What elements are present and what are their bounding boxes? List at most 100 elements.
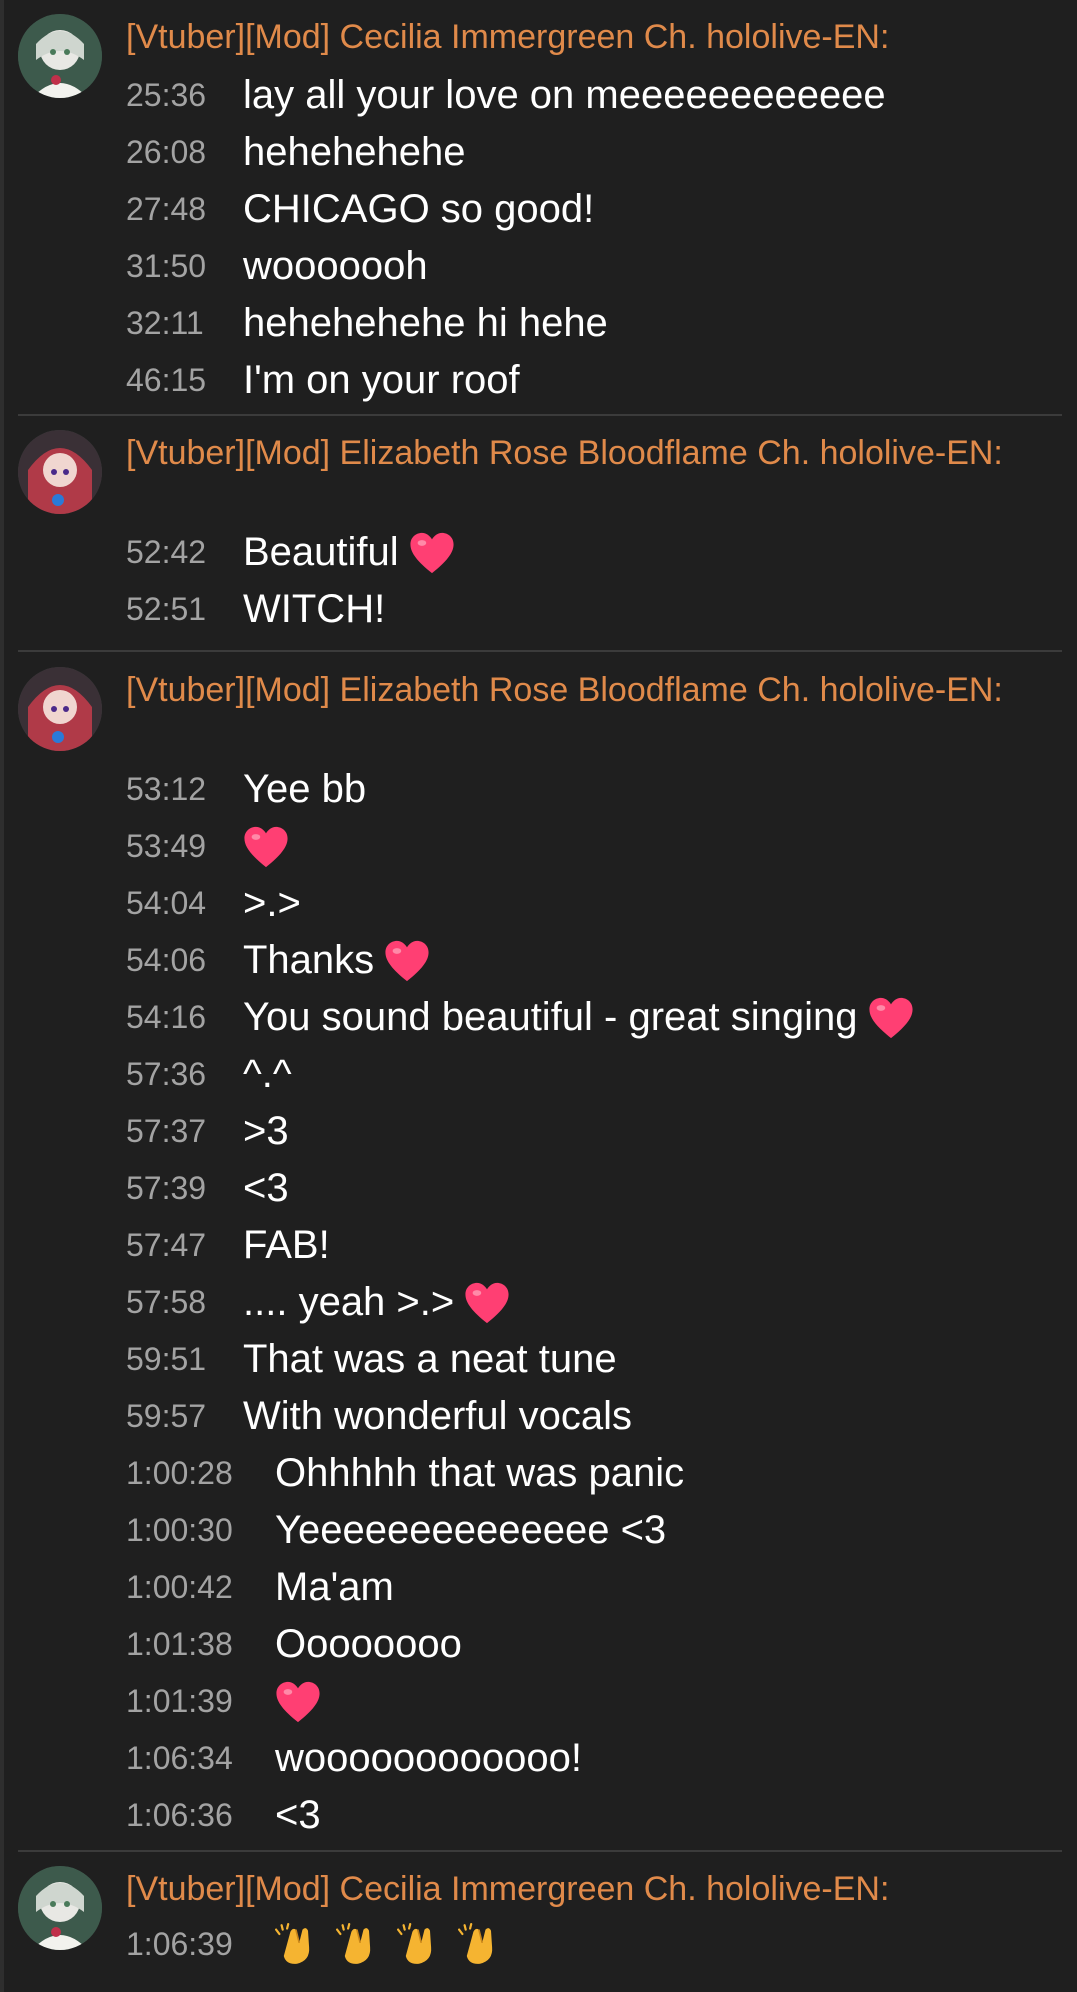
message-text: wooooooh <box>243 244 428 288</box>
message-text: You sound beautiful - great singing <box>243 995 858 1039</box>
chat-message: 54:16 You sound beautiful - great singin… <box>126 989 914 1046</box>
chat-message: 52:42 Beautiful <box>126 524 455 581</box>
timestamp[interactable]: 52:51 <box>126 591 243 628</box>
timestamp[interactable]: 52:42 <box>126 534 243 571</box>
message-text: hehehehehe <box>243 130 466 174</box>
message-text: Oooooooo <box>275 1622 462 1666</box>
message-text: .... yeah >.> <box>243 1280 455 1324</box>
group-divider <box>18 650 1062 652</box>
timestamp[interactable]: 1:01:38 <box>126 1626 275 1663</box>
timestamp[interactable]: 57:47 <box>126 1227 243 1264</box>
timestamp[interactable]: 25:36 <box>126 77 243 114</box>
message-content: .... yeah >.> <box>243 1280 510 1326</box>
message-text: >.> <box>243 881 301 925</box>
timestamp[interactable]: 1:06:34 <box>126 1740 275 1777</box>
heart-icon <box>276 1681 320 1722</box>
timestamp[interactable]: 53:12 <box>126 771 243 808</box>
message-text: Ohhhhh that was panic <box>275 1451 685 1495</box>
clapping-hands-icon <box>336 1922 371 1964</box>
chat-message: 25:36 lay all your love on meeeeeeeeeeee <box>126 67 886 124</box>
message-content <box>275 1922 519 1967</box>
chat-message: 59:51 That was a neat tune <box>126 1331 617 1388</box>
timestamp[interactable]: 54:16 <box>126 999 243 1036</box>
message-content: Beautiful <box>243 530 455 576</box>
timestamp[interactable]: 53:49 <box>126 828 243 865</box>
message-text: With wonderful vocals <box>243 1394 633 1438</box>
elizabeth-avatar[interactable] <box>18 430 102 514</box>
cecilia-avatar[interactable] <box>18 1866 102 1950</box>
chat-message: 57:37 >3 <box>126 1103 289 1160</box>
group-divider <box>18 414 1062 416</box>
timestamp[interactable]: 1:06:36 <box>126 1797 275 1834</box>
chat-message: 1:00:42 Ma'am <box>126 1559 394 1616</box>
message-text: <3 <box>275 1793 321 1837</box>
timestamp[interactable]: 26:08 <box>126 134 243 171</box>
heart-icon <box>244 826 288 867</box>
author-name[interactable]: [Vtuber][Mod] Elizabeth Rose Bloodflame … <box>126 430 1056 477</box>
heart-icon <box>385 940 429 981</box>
timestamp[interactable]: 59:57 <box>126 1398 243 1435</box>
message-text: Beautiful <box>243 530 399 574</box>
message-text: >3 <box>243 1109 289 1153</box>
chat-message: 1:01:39 <box>126 1673 321 1730</box>
chat-message: 54:06 Thanks <box>126 932 430 989</box>
chat-replay-panel: [Vtuber][Mod] Cecilia Immergreen Ch. hol… <box>0 0 1077 1992</box>
timestamp[interactable]: 1:01:39 <box>126 1683 275 1720</box>
timestamp[interactable]: 1:00:28 <box>126 1455 275 1492</box>
clapping-hands-icon <box>458 1922 493 1964</box>
timestamp[interactable]: 46:15 <box>126 362 243 399</box>
timestamp[interactable]: 57:36 <box>126 1056 243 1093</box>
clapping-hands-icon <box>275 1922 310 1964</box>
chat-message: 31:50 wooooooh <box>126 238 428 295</box>
timestamp[interactable]: 1:00:30 <box>126 1512 275 1549</box>
chat-message: 53:12 Yee bb <box>126 761 366 818</box>
chat-message: 59:57 With wonderful vocals <box>126 1388 632 1445</box>
timestamp[interactable]: 1:00:42 <box>126 1569 275 1606</box>
author-name[interactable]: [Vtuber][Mod] Elizabeth Rose Bloodflame … <box>126 667 1056 714</box>
author-name[interactable]: [Vtuber][Mod] Cecilia Immergreen Ch. hol… <box>126 14 1056 61</box>
timestamp[interactable]: 57:37 <box>126 1113 243 1150</box>
chat-group-1: [Vtuber][Mod] Cecilia Immergreen Ch. hol… <box>18 14 1062 410</box>
chat-message: 1:06:36 <3 <box>126 1787 321 1844</box>
heart-icon <box>465 1282 509 1323</box>
message-text: ^.^ <box>243 1052 292 1096</box>
panel-edge <box>0 0 4 1992</box>
timestamp[interactable]: 54:06 <box>126 942 243 979</box>
message-text: Yeeeeeeeeeeeeee <3 <box>275 1508 667 1552</box>
clapping-hands-icon <box>397 1922 432 1964</box>
chat-message: 1:06:34 woooooooooooo! <box>126 1730 582 1787</box>
timestamp[interactable]: 57:39 <box>126 1170 243 1207</box>
message-text: FAB! <box>243 1223 330 1267</box>
heart-icon <box>410 532 454 573</box>
chat-message: 57:58 .... yeah >.> <box>126 1274 510 1331</box>
timestamp[interactable]: 57:58 <box>126 1284 243 1321</box>
author-name[interactable]: [Vtuber][Mod] Cecilia Immergreen Ch. hol… <box>126 1866 1056 1913</box>
message-text: hehehehehe hi hehe <box>243 301 608 345</box>
message-text: Thanks <box>243 938 375 982</box>
chat-message: 27:48 CHICAGO so good! <box>126 181 594 238</box>
timestamp[interactable]: 54:04 <box>126 885 243 922</box>
timestamp[interactable]: 27:48 <box>126 191 243 228</box>
chat-message: 1:00:28 Ohhhhh that was panic <box>126 1445 684 1502</box>
message-text: lay all your love on meeeeeeeeeeee <box>243 73 886 117</box>
elizabeth-avatar[interactable] <box>18 667 102 751</box>
chat-message: 32:11 hehehehehe hi hehe <box>126 295 608 352</box>
timestamp[interactable]: 31:50 <box>126 248 243 285</box>
group-divider <box>18 1850 1062 1852</box>
message-text: WITCH! <box>243 587 386 631</box>
timestamp[interactable]: 59:51 <box>126 1341 243 1378</box>
message-text: woooooooooooo! <box>275 1736 582 1780</box>
cecilia-avatar[interactable] <box>18 14 102 98</box>
message-text: Ma'am <box>275 1565 394 1609</box>
chat-message: 1:01:38 Oooooooo <box>126 1616 462 1673</box>
message-text: Yee bb <box>243 767 367 811</box>
chat-message: 53:49 <box>126 818 289 875</box>
timestamp[interactable]: 32:11 <box>126 305 243 342</box>
message-content: You sound beautiful - great singing <box>243 995 914 1041</box>
chat-message: 1:06:39 <box>126 1916 519 1973</box>
chat-message: 1:00:30 Yeeeeeeeeeeeeee <3 <box>126 1502 666 1559</box>
chat-message: 57:36 ^.^ <box>126 1046 292 1103</box>
message-content: Thanks <box>243 938 430 984</box>
chat-message: 57:39 <3 <box>126 1160 289 1217</box>
timestamp[interactable]: 1:06:39 <box>126 1926 275 1963</box>
